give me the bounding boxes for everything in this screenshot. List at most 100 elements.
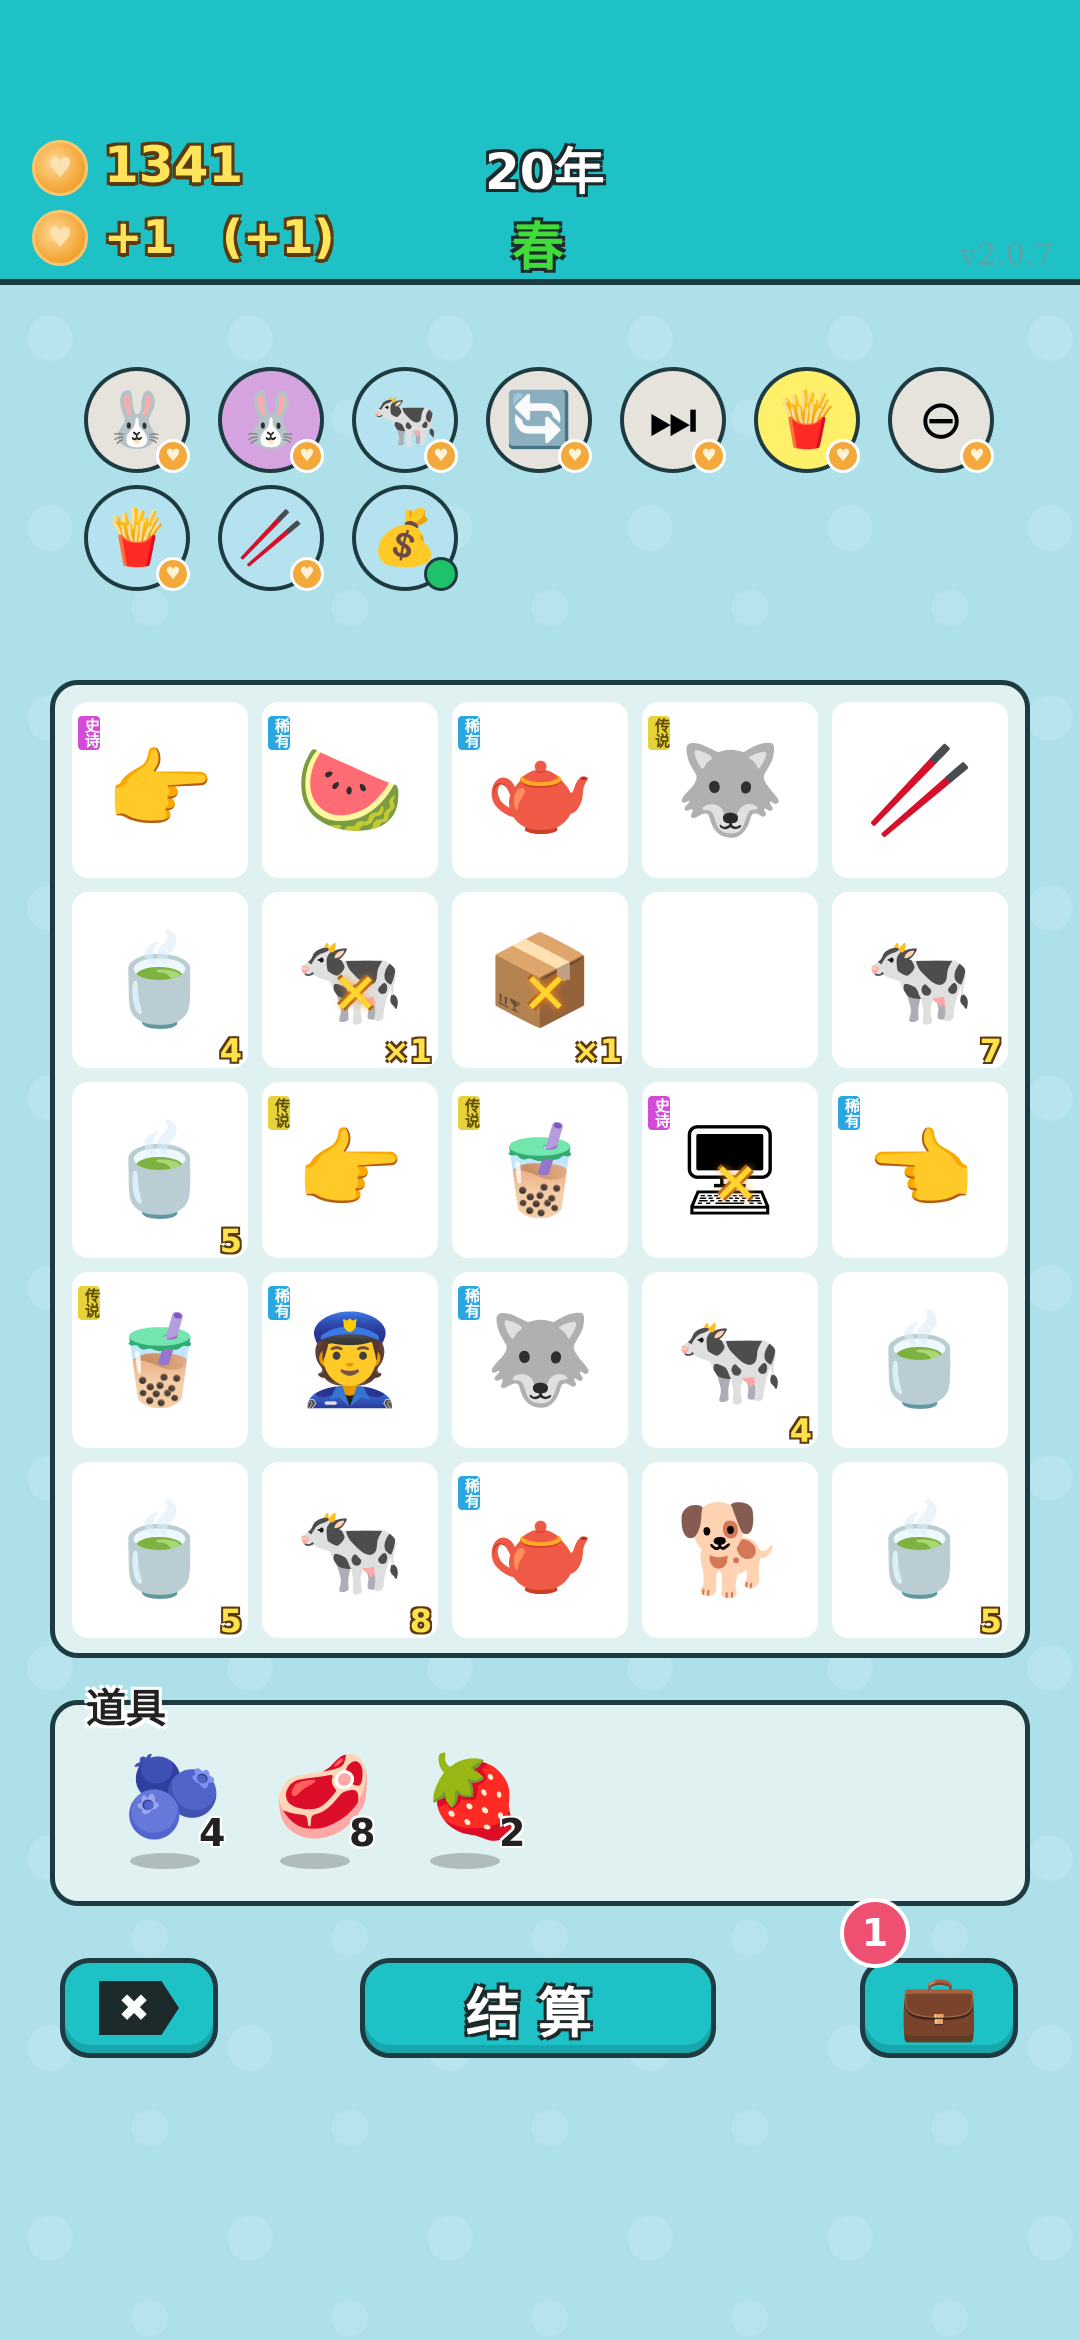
grid-cell[interactable]: 🫖 稀有 [452, 702, 628, 878]
item-icon: 🫖 [485, 1498, 595, 1601]
top-status-bar: ♥ 1341 ♥ +1 (+1) 20年 春 v2.0.7 [0, 0, 1080, 285]
item-icon: 🐄 [865, 928, 975, 1031]
item-icon: 👉 [295, 1118, 405, 1221]
rarity-tag: 传说 [76, 1284, 102, 1322]
minus-buff-icon[interactable]: ⊖ ♥ [888, 367, 994, 473]
income-coin-icon: ♥ [32, 210, 88, 266]
rarity-tag: 稀有 [456, 1284, 482, 1322]
grid-cell[interactable]: 🐕 [642, 1462, 818, 1638]
buff-glyph: 🐰 [237, 388, 305, 451]
liver-prop[interactable]: 🥩 8 [265, 1745, 375, 1875]
grid-cell[interactable]: 🐄 ✕ ×1 [262, 892, 438, 1070]
grid-cell[interactable]: 🧋 传说 [452, 1082, 628, 1258]
grid-cell[interactable]: 🍵 [832, 1272, 1008, 1448]
buff-glyph: 🥢 [237, 506, 305, 569]
item-icon: 🍉 [295, 738, 405, 841]
grid-cell[interactable]: 👉 传说 [262, 1082, 438, 1258]
prop-quantity: 4 [199, 1811, 226, 1855]
blueberry-prop[interactable]: 🫐 4 [115, 1745, 225, 1875]
active-dot-icon [424, 557, 458, 591]
item-icon: 🍵 [105, 1118, 215, 1221]
heart-badge-icon: ♥ [424, 439, 458, 473]
item-count: 7 [979, 1032, 1002, 1070]
removal-mark-icon: ✕ [332, 962, 379, 1027]
rarity-tag: 稀有 [836, 1094, 862, 1132]
item-icon: 🐺 [675, 738, 785, 841]
item-icon: 🧋 [485, 1118, 595, 1221]
item-count: 4 [789, 1412, 812, 1450]
income-bonus: (+1) [222, 210, 335, 264]
fries-blue-buff-icon[interactable]: 🍟 ♥ [84, 485, 190, 591]
skip-buff-icon[interactable]: ⏭ ♥ [620, 367, 726, 473]
grid-cell[interactable]: 🐄 7 [832, 892, 1008, 1070]
grid-cell[interactable]: 🍉 稀有 [262, 702, 438, 878]
strawberry-prop[interactable]: 🍓 2 [415, 1745, 525, 1875]
heart-badge-icon: ♥ [290, 557, 324, 591]
item-count: 4 [219, 1032, 242, 1070]
grid-cell[interactable]: 👮 稀有 [262, 1272, 438, 1448]
buff-glyph: 💰 [371, 506, 439, 569]
coin-total: 1341 [104, 136, 244, 194]
bag-button[interactable]: 💼 [860, 1958, 1018, 2058]
rarity-tag: 稀有 [456, 1474, 482, 1512]
item-icon: 🧋 [105, 1308, 215, 1411]
grid-cell[interactable]: 🫖 稀有 [452, 1462, 628, 1638]
item-count: ×1 [382, 1032, 432, 1070]
item-icon: 🥢 [865, 738, 975, 841]
grid-cell[interactable]: 🍵 5 [72, 1462, 248, 1640]
item-count: 8 [409, 1602, 432, 1640]
grid-cell[interactable]: 🐄 8 [262, 1462, 438, 1640]
straw-buff-icon[interactable]: 🥢 ♥ [218, 485, 324, 591]
grid-cell[interactable]: 🥢 [832, 702, 1008, 878]
income-value: +1 [104, 210, 175, 264]
grid-cell[interactable]: 🖥 史诗 ✕ [642, 1082, 818, 1258]
grid-cell[interactable]: 🍵 5 [72, 1082, 248, 1260]
item-grid-board: 👉 史诗 🍉 稀有 🫖 稀有 🐺 传说 🥢 🍵 4 🐄 ✕ ×1 📦 ✕ ×1 🐄 7 🍵 5 👉 传说 🧋 传说 🖥 史诗 ✕ 👈 稀有… [50, 680, 1030, 1658]
heart-badge-icon: ♥ [156, 439, 190, 473]
item-icon: 🍵 [105, 1498, 215, 1601]
sack-buff-icon[interactable]: 💰 [352, 485, 458, 591]
settle-button[interactable]: 结算 [360, 1958, 716, 2058]
season-label: 春 [512, 218, 565, 278]
rarity-tag: 史诗 [646, 1094, 672, 1132]
grid-cell[interactable]: 🐺 传说 [642, 702, 818, 878]
buff-glyph: 🍟 [103, 506, 171, 569]
grid-cell[interactable]: 👈 稀有 [832, 1082, 1008, 1258]
buff-glyph: 🔄 [505, 388, 573, 451]
heart-badge-icon: ♥ [826, 439, 860, 473]
coin-icon: ♥ [32, 140, 88, 196]
props-title: 道具 [86, 1686, 166, 1732]
year-label: 20年 [485, 143, 605, 201]
exit-button[interactable]: ✖ [60, 1958, 218, 2058]
rabbit-buff-icon[interactable]: 🐰 ♥ [84, 367, 190, 473]
grid-cell[interactable]: 📦 ✕ ×1 [452, 892, 628, 1070]
buff-glyph: 🐰 [103, 388, 171, 451]
item-icon: 🍵 [865, 1498, 975, 1601]
grid-cell[interactable]: 🐺 稀有 [452, 1272, 628, 1448]
buff-glyph: 🍟 [773, 388, 841, 451]
item-icon: 🐄 [295, 1498, 405, 1601]
prop-quantity: 8 [349, 1811, 376, 1855]
removal-mark-icon: ✕ [522, 962, 569, 1027]
item-icon: 🍵 [105, 928, 215, 1031]
rabbit-purple-buff-icon[interactable]: 🐰 ♥ [218, 367, 324, 473]
grid-cell[interactable]: 🧋 传说 [72, 1272, 248, 1448]
grid-cell[interactable] [642, 892, 818, 1068]
item-icon: 🫖 [485, 738, 595, 841]
grid-cell[interactable]: 🍵 4 [72, 892, 248, 1070]
fries-buff-icon[interactable]: 🍟 ♥ [754, 367, 860, 473]
cow-pair-buff-icon[interactable]: 🐄 ♥ [352, 367, 458, 473]
grid-cell[interactable]: 👉 史诗 [72, 702, 248, 878]
heart-badge-icon: ♥ [156, 557, 190, 591]
item-icon: 👮 [295, 1308, 405, 1411]
prop-shadow [430, 1853, 500, 1869]
rarity-tag: 稀有 [266, 714, 292, 752]
prop-shadow [130, 1853, 200, 1869]
item-count: ×1 [572, 1032, 622, 1070]
version-label: v2.0.7 [960, 238, 1054, 273]
briefcase-icon: 💼 [899, 1971, 979, 2045]
rarity-tag: 传说 [266, 1094, 292, 1132]
refresh-buff-icon[interactable]: 🔄 ♥ [486, 367, 592, 473]
grid-cell[interactable]: 🍵 5 [832, 1462, 1008, 1640]
grid-cell[interactable]: 🐄 4 [642, 1272, 818, 1450]
